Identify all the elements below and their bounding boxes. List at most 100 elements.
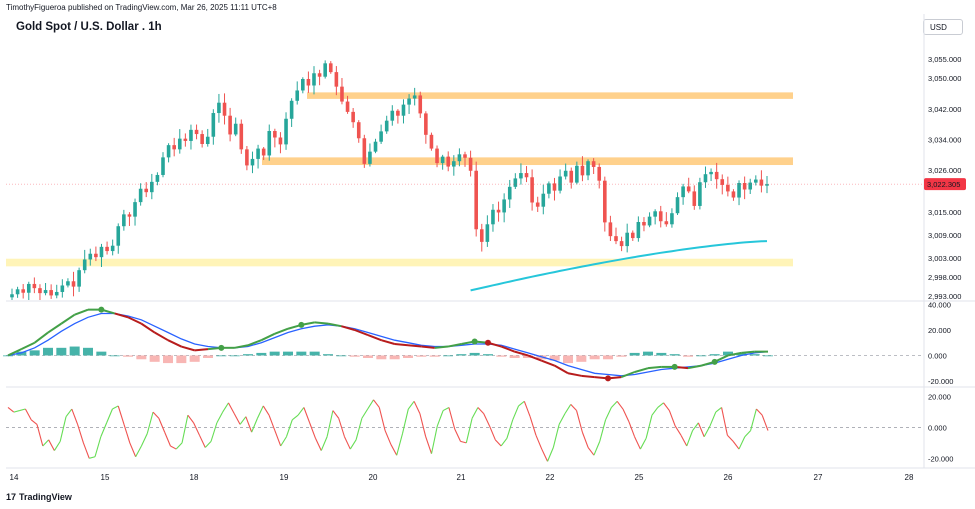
macd-line-segment [381,339,395,345]
osc-line-segment [320,436,328,451]
osc-line-segment [442,406,450,412]
macd-line-segment [194,348,209,352]
macd-histogram-bar [163,355,173,364]
price-tick-label: 3,055.000 [928,55,961,64]
macd-line-segment [314,321,329,325]
macd-line-segment [327,322,342,328]
macd-line-segment [741,350,755,354]
candle-body [507,186,512,200]
candle-body [54,291,59,296]
candle-body [233,123,238,135]
candle-body [144,188,149,193]
osc-line-segment [471,407,479,419]
osc-line-segment [541,448,549,462]
candle-body [49,290,53,296]
osc-line-segment [291,414,299,421]
price-tick-label: 2,998.000 [928,273,961,282]
candle-body [222,102,227,116]
candle-body [401,104,406,116]
osc-line-segment [732,441,740,450]
candle-body [726,184,730,192]
macd-histogram-bar [643,351,653,356]
osc-line-segment [738,436,746,450]
candle-body [435,148,439,164]
candle-body [228,115,232,135]
osc-line-segment [343,436,351,450]
osc-line-segment [407,400,415,410]
candle-body [328,63,333,73]
candle-body [77,270,81,287]
osc-line-segment [535,434,543,450]
candle-body [390,110,395,121]
candle-body [424,113,428,135]
macd-line-segment [540,359,556,367]
candle-body [491,209,495,225]
osc-line-segment [715,407,722,413]
tradingview-logo[interactable]: 17 TradingView [6,492,72,502]
macd-histogram-bar [656,352,667,356]
osc-line-segment [135,445,142,458]
macd-histogram-bar [189,355,200,362]
macd-tick-label: 20.000 [928,326,951,335]
price-tick-label: 3,009.000 [928,231,961,240]
macd-cross-dot [218,344,225,351]
macd-signal-line [7,312,769,377]
candle-body [407,98,411,105]
osc-line-segment [483,413,491,427]
candle-body [474,170,478,230]
candle-body [94,253,98,258]
osc-line-segment [616,400,624,410]
osc-line-segment [593,441,601,456]
candle-body [519,173,523,179]
osc-line-segment [373,399,380,408]
osc-line-segment [303,407,311,424]
candle-body [658,211,663,222]
osc-line-segment [430,425,438,454]
osc-line-segment [285,419,293,437]
osc-line-segment [117,405,125,425]
osc-line-segment [48,439,55,451]
candle-body [200,134,204,144]
osc-tick-label: 20.000 [928,393,951,402]
osc-line-segment [251,418,258,433]
candle-body [122,214,126,227]
candle-body [356,122,361,139]
candle-body [530,177,534,203]
osc-line-segment [576,410,583,433]
macd-histogram-bar [563,355,573,364]
macd-cross-dot [471,338,478,345]
time-tick-label: 21 [457,473,466,482]
osc-line-segment [755,408,763,416]
candle-body [312,73,316,86]
candle-body [619,241,624,247]
osc-line-segment [668,410,676,427]
osc-line-segment [436,410,444,427]
osc-line-segment [164,431,171,447]
candle-body [759,179,764,186]
osc-line-segment [106,408,113,424]
osc-line-segment [512,405,520,421]
osc-line-segment [30,419,38,425]
osc-line-segment [361,408,369,419]
macd-histogram-bar [109,355,120,357]
macd-histogram-bar [429,355,440,357]
candle-body [43,290,48,294]
macd-histogram-bar [443,355,453,357]
candle-body [133,202,137,217]
macd-line-segment [434,345,449,349]
osc-line-segment [454,428,462,442]
chart-area[interactable]: 2,993.0002,998.0003,003.0003,009.0003,01… [0,0,975,509]
candle-body [569,170,574,183]
osc-line-segment [401,408,409,434]
candle-body [479,229,484,242]
macd-histogram-bar [469,352,480,356]
last-price-label: 3,022.305 [927,180,960,189]
osc-line-segment [703,425,711,438]
osc-line-segment [663,402,670,411]
candle-body [38,288,42,294]
osc-tick-label: -20.000 [928,454,953,463]
candle-body [580,165,585,176]
candle-body [379,131,383,142]
macd-cross-dot [671,363,678,370]
candle-body [468,157,473,171]
